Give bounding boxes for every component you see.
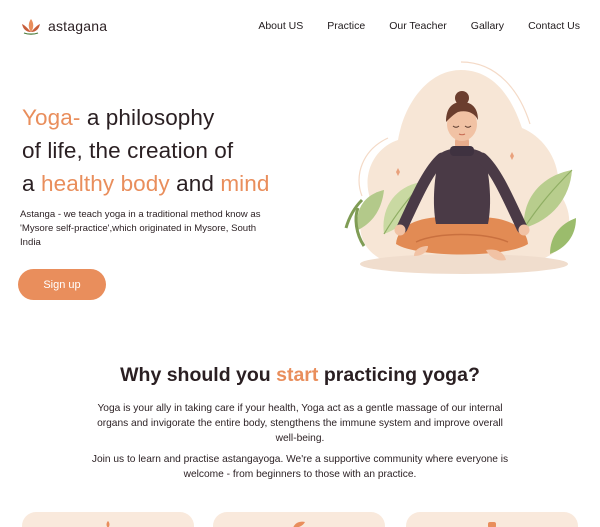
why-title-b: practicing yoga? xyxy=(318,364,480,386)
nav-link-practice[interactable]: Practice xyxy=(327,20,365,32)
why-paragraph-1: Yoga is your ally in taking care if your… xyxy=(97,403,503,444)
mat-icon xyxy=(488,522,496,527)
nav-link-contact[interactable]: Contact Us xyxy=(528,20,580,32)
lotus-icon xyxy=(106,521,110,527)
sign-up-button[interactable]: Sign up xyxy=(18,269,106,300)
brand-logo[interactable]: astagana xyxy=(20,16,107,36)
hero-accent-yoga: Yoga- xyxy=(22,105,81,130)
why-title-accent: start xyxy=(276,364,319,386)
why-title-a: Why should you xyxy=(120,364,277,386)
hero-line-1-rest: a philosophy xyxy=(80,105,215,130)
feature-card-1[interactable] xyxy=(22,512,194,527)
feature-card-3[interactable] xyxy=(406,512,578,527)
nav-links: About US Practice Our Teacher Gallary Co… xyxy=(258,20,580,32)
meditating-woman-illustration xyxy=(344,61,576,274)
brand-name: astagana xyxy=(48,18,108,34)
hero-title: Yoga- a philosophy of life, the creation… xyxy=(22,101,269,200)
lotus-icon xyxy=(22,19,40,35)
hero-line-2: of life, the creation of xyxy=(22,138,234,163)
hero-accent-healthy-body: healthy body xyxy=(40,171,170,196)
nav-link-about[interactable]: About US xyxy=(258,20,303,32)
hero-accent-mind: mind xyxy=(220,171,270,196)
hero-description: Astanga - we teach yoga in a traditional… xyxy=(20,209,261,248)
why-paragraph-2: Join us to learn and practise astangayog… xyxy=(91,454,509,480)
hero-line-1: Yoga- a philosophy xyxy=(22,105,214,130)
hero-line-3-a: a xyxy=(22,171,41,196)
hero-line-3-b: and xyxy=(169,171,221,196)
top-nav: astagana About US Practice Our Teacher G… xyxy=(0,0,600,52)
hero-line-3: a healthy body and mind xyxy=(22,171,269,196)
why-section-title: Why should you start practicing yoga? xyxy=(0,364,600,387)
nav-link-our-teacher[interactable]: Our Teacher xyxy=(389,20,447,32)
leaf-icon xyxy=(293,521,305,527)
nav-link-gallery[interactable]: Gallary xyxy=(471,20,504,32)
feature-card-2[interactable] xyxy=(213,512,385,527)
